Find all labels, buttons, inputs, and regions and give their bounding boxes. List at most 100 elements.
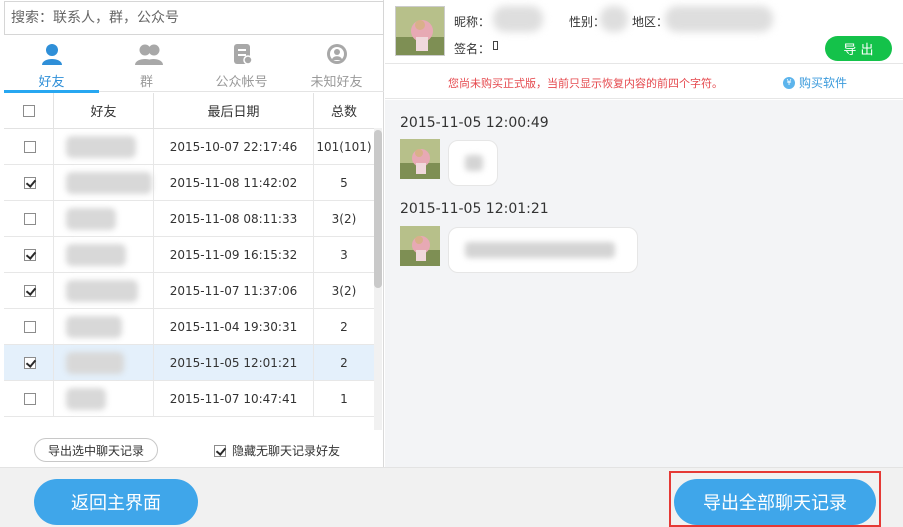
message-bubble[interactable] [448, 140, 498, 186]
friend-name-cell [54, 309, 154, 344]
nickname-label: 昵称： [454, 15, 491, 29]
person-icon [39, 43, 65, 65]
trial-notice: 您尚未购买正式版，当前只显示恢复内容的前四个字符。 ¥ 购买软件 [385, 65, 903, 99]
hide-empty-label: 隐藏无聊天记录好友 [232, 444, 341, 458]
contact-tabs: 好友 群 公众帐号 未知好友 [4, 36, 384, 93]
total-cell: 3(2) [331, 283, 357, 298]
message-timestamp: 2015-11-05 12:01:21 [400, 201, 549, 217]
export-selected-button[interactable]: 导出选中聊天记录 [34, 438, 158, 462]
hide-empty-checkbox[interactable] [214, 444, 226, 457]
friend-name-redacted [66, 135, 136, 158]
message-bubble[interactable] [448, 227, 638, 273]
message-content [465, 155, 483, 171]
row-select-cell[interactable] [4, 201, 54, 236]
row-checkbox[interactable] [24, 140, 36, 153]
friend-name-redacted [66, 171, 152, 194]
region-label: 地区： [632, 15, 669, 29]
row-checkbox[interactable] [24, 392, 36, 405]
friend-name-redacted [66, 243, 126, 266]
region-value [665, 6, 773, 32]
contact-profile: 昵称： 性别： 地区： 签名： 导 出 [385, 0, 903, 64]
table-row[interactable]: 2015-11-07 10:47:41 1 [4, 381, 374, 417]
tab-official-accounts[interactable]: 公众帐号 [194, 36, 289, 92]
friend-name-cell [54, 237, 154, 272]
friend-name-redacted [66, 279, 138, 302]
gender-value [600, 6, 628, 32]
search-input[interactable] [5, 2, 383, 34]
total-cell: 5 [340, 175, 348, 190]
friend-name-redacted [66, 387, 106, 410]
last-date-cell: 2015-10-07 22:17:46 [154, 129, 314, 164]
official-account-icon [229, 43, 255, 65]
header-total[interactable]: 总数 [314, 93, 374, 128]
total-cell: 3 [340, 247, 348, 262]
header-select-all[interactable] [4, 93, 54, 128]
buy-software-label: 购买软件 [799, 76, 848, 90]
friend-name-cell [54, 129, 154, 164]
nickname-value [493, 6, 543, 32]
last-date-cell: 2015-11-09 16:15:32 [154, 237, 314, 272]
table-row[interactable]: 2015-11-08 11:42:02 5 [4, 165, 374, 201]
table-row[interactable]: 2015-11-05 12:01:21 2 [4, 345, 374, 381]
row-select-cell[interactable] [4, 345, 54, 380]
row-select-cell[interactable] [4, 237, 54, 272]
buy-software-link[interactable]: ¥ 购买软件 [783, 74, 847, 91]
friend-name-cell [54, 273, 154, 308]
row-checkbox[interactable] [24, 176, 36, 189]
friend-name-cell [54, 165, 154, 200]
contacts-pane: 好友 群 公众帐号 未知好友 [0, 0, 384, 467]
row-checkbox[interactable] [24, 212, 36, 225]
table-row[interactable]: 2015-11-04 19:30:31 2 [4, 309, 374, 345]
group-icon [134, 43, 163, 65]
chat-history: 2015-11-05 12:00:49 2015-11-05 12:01:21 [385, 100, 903, 467]
tab-groups-label: 群 [139, 75, 153, 90]
tab-friends-label: 好友 [38, 75, 65, 90]
row-select-cell[interactable] [4, 381, 54, 416]
friend-name-cell [54, 381, 154, 416]
header-last-date[interactable]: 最后日期 [154, 93, 314, 128]
last-date-cell: 2015-11-08 08:11:33 [154, 201, 314, 236]
hide-empty-option[interactable]: 隐藏无聊天记录好友 [214, 442, 340, 459]
select-all-checkbox[interactable] [22, 104, 35, 117]
last-date-cell: 2015-11-05 12:01:21 [154, 345, 314, 380]
friend-name-redacted [66, 207, 116, 230]
total-cell: 1 [340, 391, 348, 406]
row-checkbox[interactable] [24, 320, 36, 333]
back-to-main-button[interactable]: 返回主界面 [34, 479, 198, 525]
unknown-friend-icon [324, 43, 350, 65]
row-checkbox[interactable] [24, 284, 36, 297]
tab-friends[interactable]: 好友 [4, 36, 99, 93]
message-timestamp: 2015-11-05 12:00:49 [400, 115, 549, 131]
row-select-cell[interactable] [4, 129, 54, 164]
left-action-bar: 导出选中聊天记录 隐藏无聊天记录好友 [4, 430, 384, 467]
signature-label: 签名： [454, 42, 491, 56]
table-row[interactable]: 2015-11-08 08:11:33 3(2) [4, 201, 374, 237]
highlight-box [669, 471, 881, 527]
row-select-cell[interactable] [4, 165, 54, 200]
last-date-cell: 2015-11-07 11:37:06 [154, 273, 314, 308]
friend-name-cell [54, 201, 154, 236]
friend-name-redacted [66, 351, 124, 374]
row-select-cell[interactable] [4, 273, 54, 308]
search-box[interactable] [4, 1, 384, 35]
export-button[interactable]: 导 出 [825, 36, 892, 61]
friend-table: 好友 最后日期 总数 2015-10-07 22:17:46 101(101) 20… [4, 93, 374, 430]
table-row[interactable]: 2015-11-07 11:37:06 3(2) [4, 273, 374, 309]
table-row[interactable]: 2015-10-07 22:17:46 101(101) [4, 129, 374, 165]
sender-avatar [400, 139, 440, 179]
row-checkbox[interactable] [24, 356, 36, 369]
row-select-cell[interactable] [4, 309, 54, 344]
tab-unknown-friends[interactable]: 未知好友 [289, 36, 384, 92]
sender-avatar [400, 226, 440, 266]
header-friend[interactable]: 好友 [54, 93, 154, 128]
scrollbar-thumb[interactable] [374, 130, 382, 288]
tab-groups[interactable]: 群 [99, 36, 194, 92]
last-date-cell: 2015-11-08 11:42:02 [154, 165, 314, 200]
table-body: 2015-10-07 22:17:46 101(101) 2015-11-08 11… [4, 129, 374, 417]
avatar [395, 6, 445, 56]
signature-value [493, 41, 498, 50]
table-row[interactable]: 2015-11-09 16:15:32 3 [4, 237, 374, 273]
message-content [465, 242, 615, 258]
row-checkbox[interactable] [24, 248, 36, 261]
total-cell: 2 [340, 319, 348, 334]
